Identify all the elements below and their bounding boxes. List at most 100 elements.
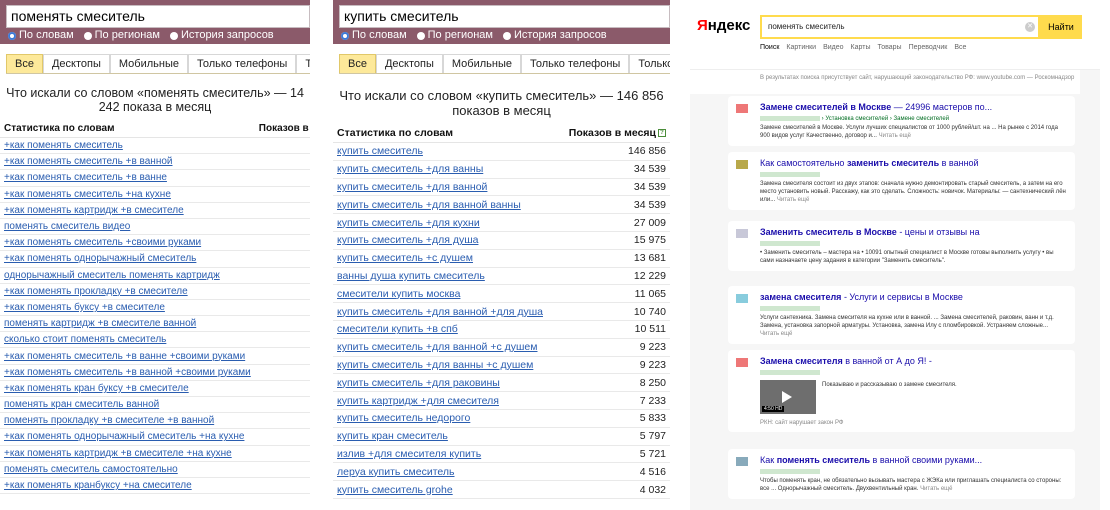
query-link[interactable]: +как поменять картридж +в смесителе +на … (0, 445, 255, 462)
query-link[interactable]: купить кран смеситель (333, 427, 559, 446)
query-link[interactable]: +как поменять смеситель +на кухне (0, 186, 255, 203)
table-row: +как поменять смеситель +своими руками95… (0, 234, 310, 252)
stats-title: Что искали со словом «купить смеситель» … (339, 88, 664, 118)
result-url[interactable] (760, 240, 1067, 248)
query-link[interactable]: поменять картридж +в смесителе ванной (0, 315, 255, 333)
table-row: излив +для смесителя купить 5 721 (333, 445, 670, 464)
read-more-link[interactable]: Читать ещё (777, 197, 809, 203)
query-link[interactable]: купить смеситель +для ванной ванны (333, 195, 559, 215)
result-url[interactable] (760, 369, 1067, 377)
query-link[interactable]: купить смеситель grohe (333, 480, 559, 499)
query-link[interactable]: купить смеситель +для душа (333, 231, 559, 250)
tab-goods[interactable]: Товары (877, 44, 901, 51)
impressions-count: 13 681 (558, 249, 670, 268)
query-link[interactable]: +как поменять прокладку +в смесителе (0, 283, 255, 300)
tab-images[interactable]: Картинки (786, 44, 816, 51)
read-more-link[interactable]: Читать ещё (760, 331, 792, 337)
result-title-link[interactable]: Как поменять смеситель в ванной своими р… (760, 455, 1067, 466)
query-link[interactable]: купить смеситель +для ванной +с душем (333, 338, 559, 357)
tab-translate[interactable]: Переводчик (909, 44, 948, 51)
query-link[interactable]: купить смеситель +для ванной +для душа (333, 302, 559, 321)
query-link[interactable]: +как поменять смеситель +своими руками (0, 234, 255, 252)
query-link[interactable]: +как поменять буксу +в смесителе (0, 299, 255, 317)
clear-icon[interactable]: ✕ (1025, 22, 1035, 32)
query-link[interactable]: однорычажный смеситель поменять картридж (0, 267, 255, 284)
redacted-block (760, 171, 820, 177)
tab-tablets[interactable]: Только планш (629, 54, 670, 73)
video-thumbnail[interactable]: 4:50 HD (760, 380, 816, 414)
query-link[interactable]: излив +для смесителя купить (333, 445, 559, 464)
query-link[interactable]: поменять кран смеситель ванной (0, 396, 255, 414)
search-input[interactable]: поменять смеситель (6, 5, 310, 28)
query-link[interactable]: смесители купить +в спб (333, 320, 559, 339)
result-title-link[interactable]: Замене смесителей в Москве — 24996 масте… (760, 102, 1067, 113)
result-title-link[interactable]: Замена смесителя в ванной от А до Я! - (760, 356, 1067, 367)
query-link[interactable]: поменять смеситель видео (0, 218, 255, 236)
query-link[interactable]: +как поменять кранбуксу +на смесителе (0, 477, 255, 495)
query-link[interactable]: купить смеситель +для ванны +с душем (333, 356, 559, 375)
query-link[interactable]: купить смеситель (333, 142, 559, 161)
result-url[interactable] (760, 305, 1067, 313)
query-link[interactable]: купить картридж +для смесителя (333, 391, 559, 410)
query-link[interactable]: +как поменять однорычажный смеситель (0, 250, 255, 268)
favicon-icon (736, 457, 748, 466)
redacted-block (760, 240, 820, 246)
query-link[interactable]: поменять смеситель самостоятельно (0, 461, 255, 478)
tab-phones[interactable]: Только телефоны (520, 54, 630, 73)
query-link[interactable]: ванны душа купить смеситель (333, 267, 559, 286)
tab-video[interactable]: Видео (823, 44, 843, 51)
query-link[interactable]: купить смеситель +для кухни (333, 213, 559, 232)
read-more-link[interactable]: Читать ещё (879, 133, 911, 139)
tab-tablets[interactable]: Только планш (296, 54, 310, 73)
tab-maps[interactable]: Карты (851, 44, 871, 51)
result-title-link[interactable]: Как самостоятельно заменить смеситель в … (760, 158, 1067, 169)
query-link[interactable]: поменять прокладку +в смесителе +в ванно… (0, 412, 255, 430)
info-icon[interactable]: ? (658, 129, 666, 138)
query-link[interactable]: смесители купить москва (333, 284, 559, 304)
favicon-icon (736, 358, 748, 367)
tab-mobile[interactable]: Мобильные (442, 54, 521, 73)
query-link[interactable]: +как поменять смеситель +в ванне +своими… (0, 347, 255, 365)
query-link[interactable]: купить смеситель +для раковины (333, 373, 559, 393)
radio-by-regions[interactable]: По регионам (83, 29, 160, 42)
result-url[interactable] (760, 171, 1067, 179)
tab-mobile[interactable]: Мобильные (109, 54, 188, 73)
yandex-logo[interactable]: Яндекс (697, 17, 750, 34)
query-link[interactable]: сколько стоит поменять смеситель (0, 331, 255, 349)
query-link[interactable]: купить смеситель +для ванны (333, 160, 559, 179)
query-link[interactable]: +как поменять картридж +в смесителе (0, 202, 255, 219)
result-title-link[interactable]: Заменить смеситель в Москве - цены и отз… (760, 227, 1067, 238)
read-more-link[interactable]: Читать ещё (920, 486, 952, 492)
search-input[interactable]: поменять смеситель ✕ (760, 15, 1040, 39)
tab-desktops[interactable]: Десктопы (375, 54, 443, 73)
query-link[interactable]: +как поменять смеситель (0, 137, 255, 155)
find-button[interactable]: Найти (1040, 15, 1082, 39)
search-input[interactable]: купить смеситель (339, 5, 670, 28)
tab-desktops[interactable]: Десктопы (42, 54, 110, 73)
query-link[interactable]: леруа купить смеситель (333, 462, 559, 482)
query-link[interactable]: +как поменять однорычажный смеситель +на… (0, 428, 255, 446)
radio-history[interactable]: История запросов (503, 29, 607, 42)
result-title-link[interactable]: замена смесителя - Услуги и сервисы в Мо… (760, 292, 1067, 303)
table-row: +как поменять смеситель +на кухне2 402 (0, 186, 310, 203)
tab-phones[interactable]: Только телефоны (187, 54, 297, 73)
tab-all[interactable]: Все (954, 44, 966, 51)
query-link[interactable]: купить смеситель +с душем (333, 249, 559, 268)
tab-all[interactable]: Все (339, 54, 376, 73)
query-link[interactable]: +как поменять смеситель +в ванне (0, 169, 255, 187)
query-link[interactable]: +как поменять смеситель +в ванной (0, 153, 255, 171)
tab-all[interactable]: Все (6, 54, 43, 73)
impressions-count: 901 (254, 250, 310, 268)
query-link[interactable]: купить смеситель недорого (333, 409, 559, 428)
tab-search[interactable]: Поиск (760, 44, 779, 51)
radio-by-regions[interactable]: По регионам (416, 29, 493, 42)
result-url[interactable] (760, 468, 1067, 476)
query-link[interactable]: +как поменять смеситель +в ванной +своим… (0, 364, 255, 381)
table-row: +как поменять однорычажный смеситель901 (0, 250, 310, 268)
result-url[interactable]: › Установка смесителей › Замене смесител… (760, 115, 1067, 123)
radio-by-words[interactable]: По словам (8, 29, 74, 42)
query-link[interactable]: купить смеситель +для ванной (333, 178, 559, 197)
radio-by-words[interactable]: По словам (341, 29, 407, 42)
radio-history[interactable]: История запросов (170, 29, 274, 42)
query-link[interactable]: +как поменять кран буксу +в смесителе (0, 380, 255, 398)
